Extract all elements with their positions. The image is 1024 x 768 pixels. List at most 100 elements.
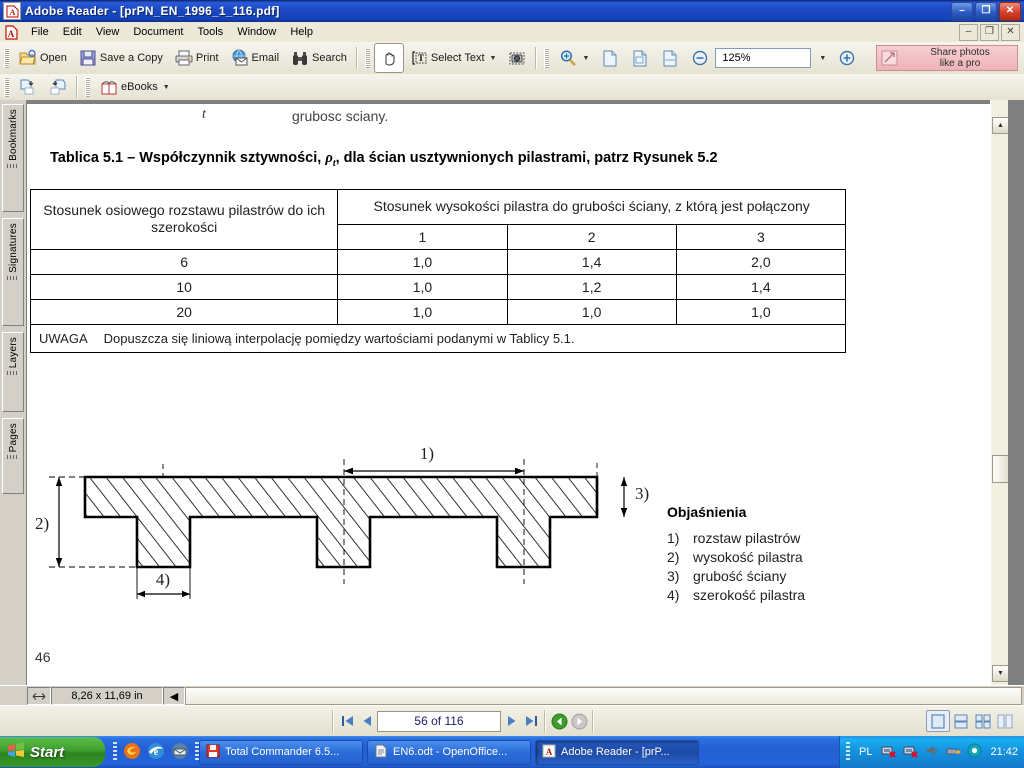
child-close-button[interactable]: ✕ [1001, 23, 1020, 41]
zoom-out-button[interactable] [685, 43, 715, 73]
network-disconnected-icon[interactable] [881, 743, 898, 761]
sidebar-item-bookmarks[interactable]: Bookmarks [2, 104, 24, 212]
fit-width-button[interactable] [655, 43, 685, 73]
taskbar-clock[interactable]: 21:42 [990, 746, 1018, 758]
child-minimize-button[interactable]: – [959, 23, 978, 41]
menu-tools[interactable]: Tools [191, 24, 231, 40]
taskbar-button-openoffice[interactable]: EN6.odt - OpenOffice... [367, 739, 531, 765]
actual-size-button[interactable] [595, 43, 625, 73]
hscroll-left-button[interactable]: ◀ [163, 687, 185, 705]
arrow-right-width [182, 590, 190, 598]
menu-file[interactable]: File [24, 24, 56, 40]
menu-help[interactable]: Help [283, 24, 320, 40]
share-photos-label: Share photos like a pro [903, 47, 1017, 69]
search-button[interactable]: Search [285, 43, 353, 73]
taskbar-button-adobe-reader[interactable]: A Adobe Reader - [prP... [535, 739, 699, 765]
continuous-view-button[interactable] [950, 711, 972, 731]
safely-remove-hardware-icon[interactable] [945, 743, 962, 761]
previous-view-nav-button[interactable] [549, 711, 569, 731]
scroll-up-button[interactable]: ▲ [992, 117, 1008, 134]
open-label: Open [40, 52, 67, 64]
folder-open-icon [19, 49, 37, 67]
firefox-icon[interactable] [123, 742, 141, 763]
zoom-level-input[interactable]: 125% [715, 48, 812, 68]
last-page-button[interactable] [521, 711, 541, 731]
layers-grip-icon [7, 371, 19, 376]
open-button[interactable]: Open [13, 43, 73, 73]
sidebar-item-signatures[interactable]: Signatures [2, 218, 24, 326]
language-indicator[interactable]: PL [855, 746, 876, 758]
hand-icon [380, 49, 398, 67]
toolbar-grip[interactable] [4, 48, 9, 68]
share-photos-button[interactable]: Share photos like a pro [876, 45, 1018, 71]
chevron-down-icon-zoomlevel[interactable]: ▼ [819, 55, 826, 62]
save-a-copy-button[interactable]: Save a Copy [73, 43, 169, 73]
internet-explorer-icon[interactable]: e [147, 742, 165, 763]
select-text-button[interactable]: T Select Text ▼ [404, 43, 503, 73]
scroll-down-button[interactable]: ▼ [992, 665, 1008, 682]
row-3-val-3: 1,0 [675, 298, 847, 325]
email-button[interactable]: Email [225, 43, 286, 73]
document-adobe-icon: A [4, 24, 19, 40]
floppy-icon [206, 744, 220, 761]
toolbar-grip-2[interactable] [364, 48, 370, 68]
tray-grip[interactable] [846, 742, 850, 762]
secondary-toolbar-grip[interactable] [4, 77, 9, 97]
snapshot-tool-button[interactable] [502, 43, 532, 73]
document-viewport[interactable]: t grubosc sciany. Tablica 5.1 – Współczy… [27, 100, 1008, 685]
mdi-child-controls: – ❐ ✕ [959, 23, 1020, 41]
fit-page-button[interactable] [625, 43, 655, 73]
next-view-button[interactable] [43, 72, 73, 102]
svg-text:A: A [546, 747, 553, 757]
chevron-down-icon-ebooks[interactable]: ▼ [163, 84, 170, 91]
menu-edit[interactable]: Edit [56, 24, 89, 40]
zoom-in-tool-button[interactable]: ▼ [553, 43, 595, 73]
continuous-facing-view-button[interactable] [972, 711, 994, 731]
antivirus-icon[interactable] [967, 743, 982, 761]
previous-view-button[interactable] [13, 72, 43, 102]
child-restore-button[interactable]: ❐ [980, 23, 999, 41]
print-button[interactable]: Print [169, 43, 225, 73]
menu-document[interactable]: Document [126, 24, 190, 40]
network-disconnected-icon-2[interactable] [903, 743, 920, 761]
next-page-button[interactable] [501, 711, 521, 731]
restore-button[interactable]: ❐ [975, 1, 997, 21]
minimize-button[interactable]: – [951, 1, 973, 21]
first-page-button[interactable] [337, 711, 357, 731]
sidebar-item-pages[interactable]: Pages [2, 418, 24, 494]
facing-view-button[interactable] [994, 711, 1016, 731]
menu-view[interactable]: View [89, 24, 127, 40]
scroll-thumb[interactable] [992, 455, 1008, 483]
figure-label-1: 1) [420, 444, 434, 463]
document-icon [374, 744, 388, 761]
start-button[interactable]: Start [0, 737, 105, 767]
next-view-nav-button[interactable] [569, 711, 589, 731]
horizontal-scrollbar[interactable] [185, 687, 1022, 705]
floppy-disk-icon [79, 49, 97, 67]
sidebar-item-layers[interactable]: Layers [2, 332, 24, 412]
toolbar-grip-3[interactable] [544, 48, 550, 68]
volume-icon[interactable] [925, 743, 940, 761]
ebooks-grip[interactable] [85, 77, 90, 97]
chevron-down-icon-zoom[interactable]: ▼ [582, 55, 589, 62]
previous-page-button[interactable] [357, 711, 377, 731]
system-tray: PL 21:42 [839, 736, 1024, 768]
row-3-val-1: 1,0 [337, 298, 508, 325]
share-line-2: like a pro [939, 58, 981, 69]
page-number-input[interactable]: 56 of 116 [377, 710, 501, 732]
ebooks-button[interactable]: eBooks ▼ [94, 72, 176, 102]
taskbar-button-total-commander[interactable]: Total Commander 6.5... [199, 739, 363, 765]
menu-window[interactable]: Window [230, 24, 283, 40]
zoom-in-button[interactable] [832, 43, 862, 73]
vertical-scrollbar[interactable]: ▲ ▼ [990, 100, 1008, 685]
page-forward-icon [49, 78, 67, 96]
zoom-dropdown-button[interactable]: ▼ [811, 43, 832, 73]
mail-client-icon[interactable] [171, 742, 189, 763]
close-button[interactable]: ✕ [999, 1, 1021, 21]
page-size-icon-cell[interactable] [27, 687, 51, 705]
hand-tool-button[interactable] [373, 43, 404, 73]
select-text-icon: T [410, 49, 428, 67]
single-page-view-button[interactable] [926, 710, 950, 732]
chevron-down-icon[interactable]: ▼ [490, 55, 497, 62]
taskbar-label-total-commander: Total Commander 6.5... [225, 746, 340, 758]
